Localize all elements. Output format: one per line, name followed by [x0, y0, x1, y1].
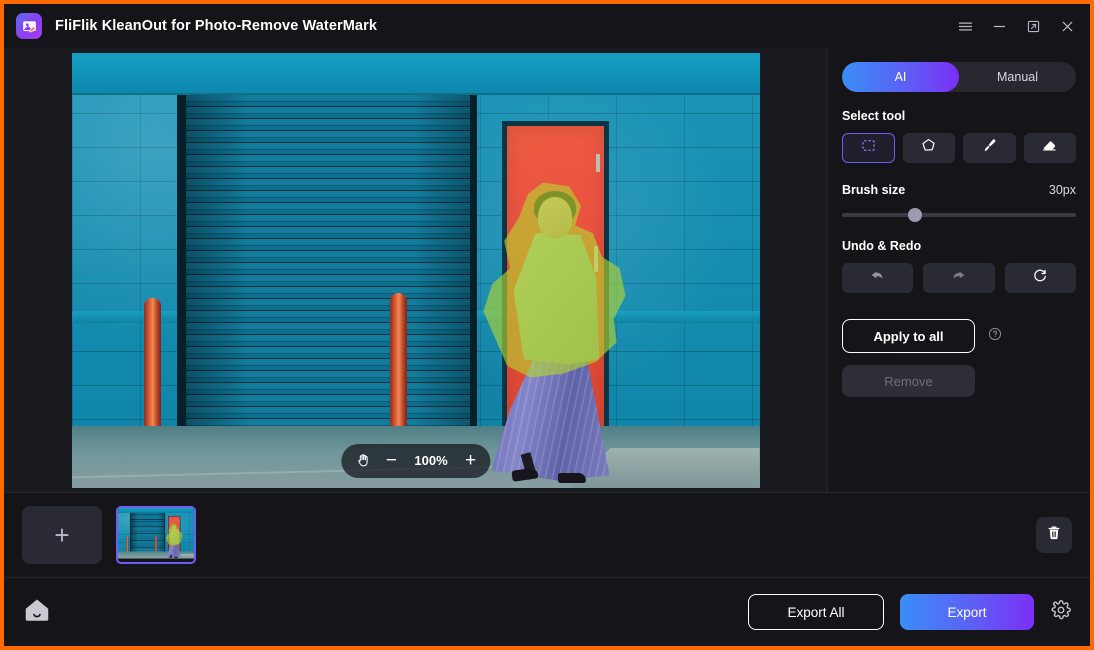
- slider-track: [842, 213, 1076, 217]
- help-question-icon[interactable]: [987, 326, 1003, 347]
- brush-icon: [980, 136, 999, 160]
- export-button[interactable]: Export: [900, 594, 1034, 630]
- marquee-select-icon: [859, 136, 878, 160]
- footer-bar: Export All Export: [4, 578, 1090, 646]
- polygon-lasso-icon: [919, 136, 938, 160]
- window-controls: [948, 11, 1084, 41]
- refresh-icon: [1031, 267, 1049, 290]
- zoom-out-button[interactable]: −: [386, 451, 397, 470]
- marquee-select-tool[interactable]: [842, 133, 895, 163]
- thumbnail-preview: [118, 508, 127, 514]
- brush-tool[interactable]: [963, 133, 1016, 163]
- gear-icon: [1050, 599, 1072, 626]
- settings-button[interactable]: [1050, 599, 1072, 626]
- zoom-toolbar: − 100% +: [341, 444, 490, 478]
- garage-shadow: [186, 95, 470, 450]
- mode-toggle: AI Manual: [842, 62, 1076, 92]
- redo-button[interactable]: [923, 263, 994, 293]
- hamburger-menu-icon[interactable]: [948, 11, 982, 41]
- bollard-left: [144, 298, 161, 433]
- eraser-tool[interactable]: [1024, 133, 1077, 163]
- history-buttons: [842, 263, 1076, 293]
- minimize-icon[interactable]: [982, 11, 1016, 41]
- undo-redo-label: Undo & Redo: [842, 239, 1076, 253]
- home-button[interactable]: [22, 595, 52, 630]
- zoom-in-button[interactable]: +: [465, 451, 476, 470]
- application-window: FliFlik KleanOut for Photo-Remove WaterM…: [4, 4, 1090, 646]
- main-area: − 100% + AI Manual Select tool: [4, 48, 1090, 493]
- select-tool-label: Select tool: [842, 109, 1076, 123]
- bollard-left: [126, 536, 128, 552]
- editor-image[interactable]: − 100% +: [72, 53, 760, 488]
- filmstrip: +: [4, 493, 1090, 578]
- shoe-left: [169, 556, 172, 558]
- garage-door: [177, 95, 477, 450]
- maximize-restore-icon[interactable]: [1016, 11, 1050, 41]
- tab-ai[interactable]: AI: [842, 62, 959, 92]
- brush-size-slider[interactable]: [842, 208, 1076, 222]
- brush-size-label: Brush size: [842, 183, 905, 197]
- tool-buttons: [842, 133, 1076, 163]
- tab-manual[interactable]: Manual: [959, 62, 1076, 92]
- slider-thumb[interactable]: [908, 208, 922, 222]
- door-hinge: [596, 154, 600, 172]
- add-image-button[interactable]: +: [22, 506, 102, 564]
- app-logo-icon: [16, 13, 42, 39]
- brush-size-row: Brush size 30px: [842, 183, 1076, 197]
- home-icon: [22, 595, 52, 630]
- bollard-right: [390, 293, 407, 428]
- title-bar: FliFlik KleanOut for Photo-Remove WaterM…: [4, 4, 1090, 48]
- plus-icon: +: [54, 522, 69, 548]
- redo-arrow-icon: [949, 266, 968, 290]
- shoe-right: [558, 473, 586, 483]
- brush-size-value: 30px: [1049, 183, 1076, 197]
- export-all-button[interactable]: Export All: [748, 594, 884, 630]
- trash-icon: [1045, 524, 1063, 547]
- eraser-icon: [1040, 136, 1059, 160]
- shoe-right: [175, 557, 178, 558]
- garage-door: [130, 513, 165, 554]
- apply-row: Apply to all: [842, 319, 1076, 353]
- image-thumbnail-1[interactable]: [116, 506, 196, 564]
- window-title: FliFlik KleanOut for Photo-Remove WaterM…: [55, 18, 377, 34]
- canvas-area[interactable]: − 100% +: [4, 48, 828, 492]
- zoom-level: 100%: [411, 453, 451, 468]
- tools-panel: AI Manual Select tool: [828, 48, 1090, 492]
- undo-button[interactable]: [842, 263, 913, 293]
- ground: [118, 551, 196, 558]
- reset-button[interactable]: [1005, 263, 1076, 293]
- garage-shadow: [131, 513, 164, 554]
- footer-actions: Export All Export: [748, 594, 1072, 630]
- bollard-right: [155, 536, 157, 552]
- wall-top-band: [72, 53, 760, 95]
- close-icon[interactable]: [1050, 11, 1084, 41]
- remove-button[interactable]: Remove: [842, 365, 975, 397]
- polygon-select-tool[interactable]: [903, 133, 956, 163]
- hand-pan-icon[interactable]: [355, 452, 372, 469]
- undo-arrow-icon: [868, 266, 887, 290]
- delete-button[interactable]: [1036, 517, 1072, 553]
- apply-to-all-button[interactable]: Apply to all: [842, 319, 975, 353]
- editor-image[interactable]: [118, 508, 196, 559]
